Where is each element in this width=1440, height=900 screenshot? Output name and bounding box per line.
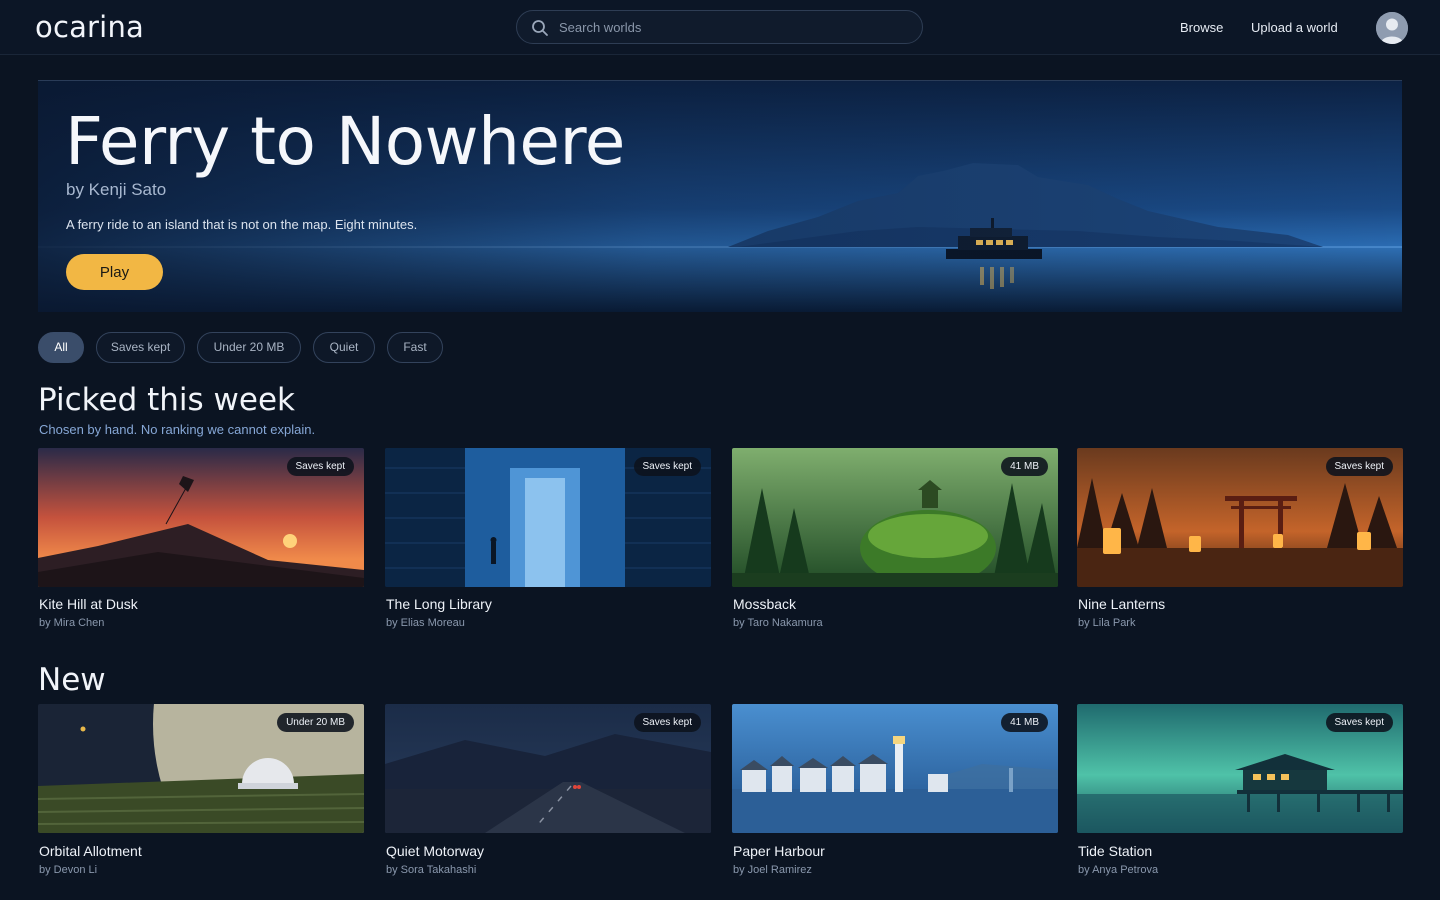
filter-chip-quiet[interactable]: Quiet <box>313 332 375 363</box>
filter-chip-under-20mb[interactable]: Under 20 MB <box>197 332 301 363</box>
hero-title: Ferry to Nowhere <box>65 103 625 180</box>
new-section-title: New <box>38 662 106 698</box>
card-author: by Mira Chen <box>39 617 105 629</box>
filter-chip-all[interactable]: All <box>38 332 84 363</box>
card-badge: Saves kept <box>1325 713 1393 732</box>
card-badge: Saves kept <box>633 713 701 732</box>
nav-upload-link[interactable]: Upload a world <box>1251 20 1338 35</box>
card-badge: 41 MB <box>1001 713 1048 732</box>
world-card-kite-hill[interactable]: Saves kept Kite Hill at Dusk by Mira Che… <box>38 448 364 629</box>
card-title: Kite Hill at Dusk <box>39 596 138 612</box>
search-box[interactable] <box>516 10 923 44</box>
search-input[interactable] <box>559 11 909 43</box>
card-thumbnail: Saves kept <box>1077 704 1403 833</box>
search-icon <box>532 20 548 36</box>
picked-section-title: Picked this week <box>38 382 295 418</box>
card-author: by Taro Nakamura <box>733 617 823 629</box>
card-thumbnail: Saves kept <box>1077 448 1403 587</box>
hero-author[interactable]: by Kenji Sato <box>66 180 166 200</box>
card-badge: Saves kept <box>633 457 701 476</box>
card-badge: 41 MB <box>1001 457 1048 476</box>
nav-browse-link[interactable]: Browse <box>1180 20 1223 35</box>
card-badge: Saves kept <box>1325 457 1393 476</box>
world-card-paper-harbour[interactable]: 41 MB Paper Harbour by Joel Ramirez <box>732 704 1058 876</box>
world-card-quiet-motorway[interactable]: Saves kept Quiet Motorway by Sora Takaha… <box>385 704 711 876</box>
user-avatar[interactable] <box>1376 12 1408 44</box>
card-title: Tide Station <box>1078 843 1153 859</box>
card-author: by Anya Petrova <box>1078 864 1159 876</box>
filter-chip-saves-kept[interactable]: Saves kept <box>96 332 185 363</box>
card-thumbnail: 41 MB <box>732 704 1058 833</box>
card-title: Quiet Motorway <box>386 843 485 859</box>
hero-banner: Ferry to Nowhere by Kenji Sato A ferry r… <box>38 80 1402 312</box>
card-thumbnail: Saves kept <box>385 704 711 833</box>
card-thumbnail: 41 MB <box>732 448 1058 587</box>
card-thumbnail: Under 20 MB <box>38 704 364 833</box>
card-thumbnail: Saves kept <box>38 448 364 587</box>
card-author: by Sora Takahashi <box>386 864 477 876</box>
world-card-long-library[interactable]: Saves kept The Long Library by Elias Mor… <box>385 448 711 629</box>
card-title: Nine Lanterns <box>1078 596 1166 612</box>
hero-description: A ferry ride to an island that is not on… <box>66 217 418 232</box>
card-thumbnail: Saves kept <box>385 448 711 587</box>
card-title: The Long Library <box>386 596 492 612</box>
picked-section-subtitle: Chosen by hand. No ranking we cannot exp… <box>39 422 316 437</box>
top-bar: ocarina Browse Upload a world <box>0 0 1440 55</box>
card-badge: Saves kept <box>286 457 354 476</box>
card-author: by Devon Li <box>39 864 98 876</box>
user-avatar-icon <box>1376 12 1408 44</box>
card-badge: Under 20 MB <box>277 713 354 732</box>
world-card-nine-lanterns[interactable]: Saves kept Nine Lanterns by Lila Park <box>1077 448 1403 629</box>
filter-chip-fast[interactable]: Fast <box>387 332 443 363</box>
play-button[interactable]: Play <box>66 254 163 290</box>
card-title: Paper Harbour <box>733 843 825 859</box>
card-author: by Lila Park <box>1078 617 1136 629</box>
card-author: by Elias Moreau <box>386 617 465 629</box>
world-card-orbital-allotment[interactable]: Under 20 MB Orbital Allotment by Devon L… <box>38 704 364 876</box>
world-card-tide-station[interactable]: Saves kept Tide Station by Anya Petrova <box>1077 704 1403 876</box>
card-author: by Joel Ramirez <box>733 864 812 876</box>
world-card-mossback[interactable]: 41 MB Mossback by Taro Nakamura <box>732 448 1058 629</box>
ocarina-logo[interactable]: ocarina <box>35 10 144 44</box>
card-title: Orbital Allotment <box>39 843 142 859</box>
card-title: Mossback <box>733 596 797 612</box>
